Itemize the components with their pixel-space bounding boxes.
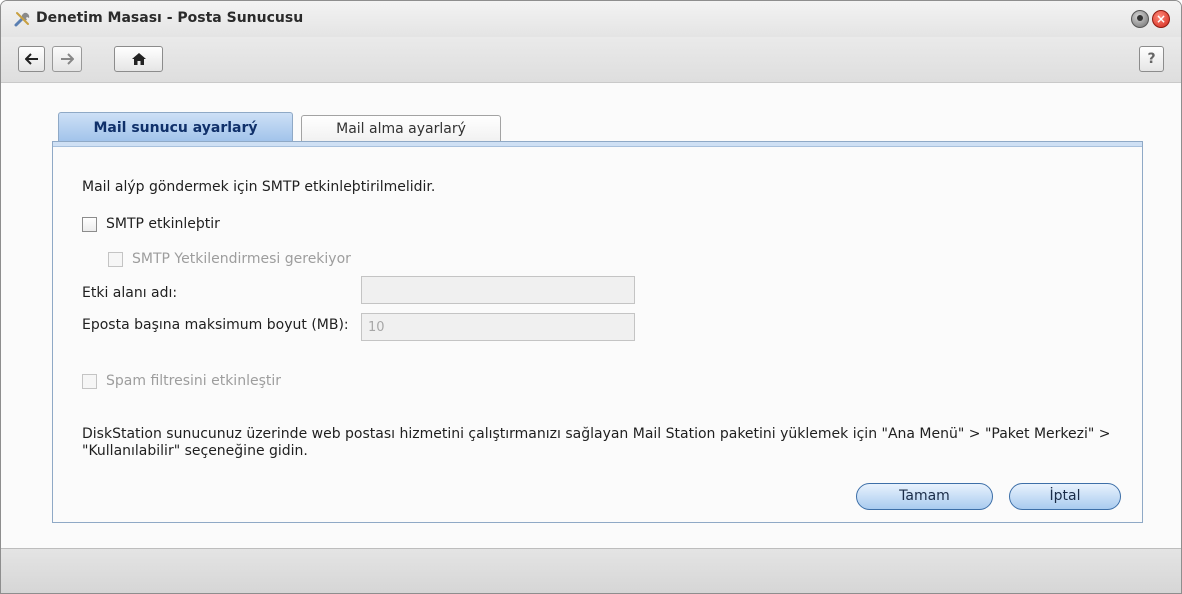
spam-filter-label: Spam filtresini etkinleştir	[106, 373, 281, 389]
arrow-right-icon	[61, 53, 74, 65]
tab-mail-server-settings[interactable]: Mail sunucu ayarlarý	[58, 112, 293, 143]
forward-button[interactable]	[52, 46, 82, 72]
spam-filter-row[interactable]: Spam filtresini etkinleştir	[82, 373, 281, 389]
smtp-description: Mail alýp göndermek için SMTP etkinleþti…	[82, 179, 436, 195]
settings-panel: Mail alýp göndermek için SMTP etkinleþti…	[52, 141, 1143, 523]
mail-station-info: DiskStation sunucunuz üzerinde web posta…	[82, 426, 1111, 459]
max-size-field[interactable]	[361, 313, 635, 341]
home-button[interactable]	[114, 46, 163, 72]
arrow-left-icon	[24, 53, 38, 65]
smtp-auth-row[interactable]: SMTP Yetkilendirmesi gerekiyor	[108, 251, 351, 267]
control-panel-window: Denetim Masası - Posta Sunucusu × ? Mail…	[0, 0, 1182, 594]
help-button[interactable]: ?	[1139, 46, 1164, 72]
domain-field[interactable]	[361, 276, 635, 304]
close-button[interactable]: ×	[1152, 10, 1170, 28]
spam-filter-checkbox[interactable]	[82, 373, 97, 389]
smtp-enable-label: SMTP etkinleþtir	[106, 216, 220, 232]
tools-icon	[14, 12, 30, 27]
back-button[interactable]	[18, 46, 45, 72]
ok-button[interactable]: Tamam	[856, 483, 993, 510]
tab-mail-receive-settings[interactable]: Mail alma ayarlarý	[301, 115, 501, 143]
smtp-enable-checkbox[interactable]	[82, 216, 97, 232]
smtp-auth-checkbox[interactable]	[108, 251, 123, 267]
status-bar	[1, 548, 1181, 593]
smtp-auth-label: SMTP Yetkilendirmesi gerekiyor	[132, 251, 351, 267]
window-title: Denetim Masası - Posta Sunucusu	[36, 10, 304, 26]
minimize-button[interactable]	[1131, 10, 1149, 28]
max-size-label: Eposta başına maksimum boyut (MB):	[82, 317, 349, 333]
smtp-enable-row[interactable]: SMTP etkinleþtir	[82, 216, 220, 232]
home-icon	[131, 53, 146, 65]
title-bar: Denetim Masası - Posta Sunucusu ×	[1, 1, 1181, 37]
domain-label: Etki alanı adı:	[82, 285, 178, 301]
cancel-button[interactable]: İptal	[1009, 483, 1121, 510]
toolbar: ?	[1, 37, 1181, 83]
panel-header-strip	[53, 142, 1142, 147]
